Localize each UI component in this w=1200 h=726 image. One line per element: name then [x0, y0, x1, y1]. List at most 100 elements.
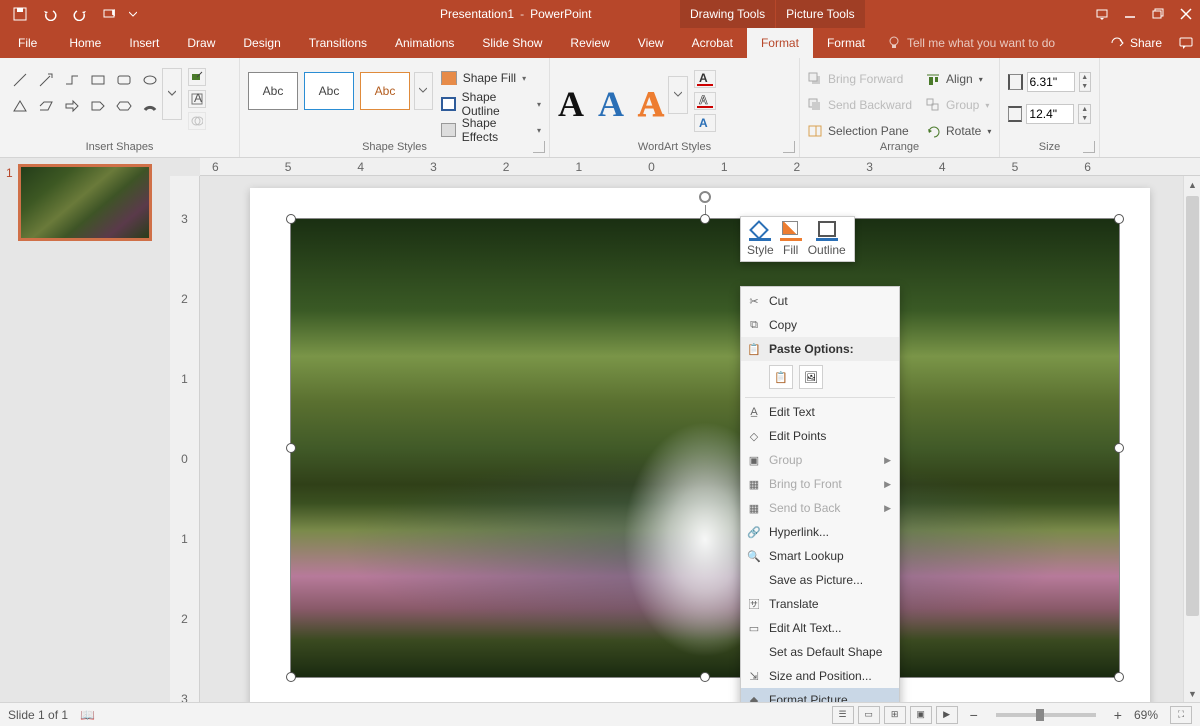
wordart-gallery[interactable]: A A A	[558, 76, 664, 132]
minimize-icon[interactable]	[1116, 0, 1144, 28]
shape-fill-button[interactable]: Shape Fill▾	[441, 68, 541, 88]
shape-style-more[interactable]	[414, 72, 433, 110]
mini-fill[interactable]: Fill	[780, 221, 802, 257]
wordart-swatch[interactable]: A	[638, 83, 664, 125]
resize-handle-t[interactable]	[700, 214, 710, 224]
resize-handle-bl[interactable]	[286, 672, 296, 682]
tab-format-picture[interactable]: Format	[813, 28, 879, 58]
wordart-launcher[interactable]	[783, 141, 795, 153]
tab-home[interactable]: Home	[55, 28, 115, 58]
shape-effects-button[interactable]: Shape Effects▾	[441, 120, 541, 140]
shape-styles-launcher[interactable]	[533, 141, 545, 153]
vertical-scrollbar[interactable]: ▲ ▼	[1183, 176, 1200, 702]
shapes-gallery-more[interactable]	[162, 68, 182, 120]
zoom-percent[interactable]: 69%	[1134, 708, 1158, 722]
oval-icon[interactable]	[138, 68, 162, 92]
align-button[interactable]: Align▾	[926, 68, 1006, 90]
reading-view-icon[interactable]: ▣	[910, 706, 932, 724]
tab-design[interactable]: Design	[229, 28, 294, 58]
tab-draw[interactable]: Draw	[173, 28, 229, 58]
width-spinner[interactable]: ▲▼	[1078, 104, 1091, 124]
paste-picture[interactable]: 🖼	[799, 365, 823, 389]
cm-send-to-back[interactable]: ▦Send to Back▶	[741, 496, 899, 520]
group-button[interactable]: Group▾	[926, 94, 1006, 116]
cm-set-default-shape[interactable]: Set as Default Shape	[741, 640, 899, 664]
resize-handle-r[interactable]	[1114, 443, 1124, 453]
notes-button[interactable]: ☰	[832, 706, 854, 724]
send-backward-button[interactable]: Send Backward	[808, 94, 918, 116]
vertical-ruler[interactable]: 3210123	[170, 176, 200, 702]
shape-style-gallery[interactable]: Abc Abc Abc	[248, 72, 410, 140]
shape-style-swatch[interactable]: Abc	[304, 72, 354, 110]
cm-copy[interactable]: ⧉Copy	[741, 313, 899, 337]
width-input[interactable]	[1026, 104, 1074, 124]
zoom-out-button[interactable]: −	[970, 707, 978, 723]
context-tab-drawing[interactable]: Drawing Tools	[680, 0, 776, 28]
scroll-down-icon[interactable]: ▼	[1184, 685, 1200, 702]
paste-use-destination-theme[interactable]: 📋	[769, 365, 793, 389]
slide-indicator[interactable]: Slide 1 of 1	[8, 708, 68, 722]
elbow-connector-icon[interactable]	[60, 68, 84, 92]
slide-sorter-icon[interactable]: ⊞	[884, 706, 906, 724]
zoom-in-button[interactable]: +	[1114, 707, 1122, 723]
tab-review[interactable]: Review	[556, 28, 623, 58]
cm-translate[interactable]: 🈂Translate	[741, 592, 899, 616]
redo-icon[interactable]	[66, 0, 94, 28]
comments-icon[interactable]	[1172, 28, 1200, 58]
restore-icon[interactable]	[1144, 0, 1172, 28]
wordart-more[interactable]	[668, 76, 688, 114]
tab-animations[interactable]: Animations	[381, 28, 468, 58]
normal-view-icon[interactable]: ▭	[858, 706, 880, 724]
slide-canvas[interactable]: Style Fill Outline ✂Cut ⧉Copy 📋Paste Opt…	[200, 176, 1200, 702]
customize-qat-icon[interactable]	[126, 0, 140, 28]
scroll-up-icon[interactable]: ▲	[1184, 176, 1200, 193]
merge-shapes-icon[interactable]	[188, 112, 206, 130]
cm-size-position[interactable]: ⇲Size and Position...	[741, 664, 899, 688]
mini-outline[interactable]: Outline	[808, 221, 846, 257]
wordart-swatch[interactable]: A	[598, 83, 624, 125]
rounded-rect-icon[interactable]	[112, 68, 136, 92]
cm-edit-points[interactable]: ◇Edit Points	[741, 424, 899, 448]
tell-me[interactable]: Tell me what you want to do	[887, 28, 1055, 58]
selected-picture[interactable]	[290, 218, 1120, 678]
cm-edit-text[interactable]: A̲Edit Text	[741, 400, 899, 424]
resize-handle-tr[interactable]	[1114, 214, 1124, 224]
cm-smart-lookup[interactable]: 🔍Smart Lookup	[741, 544, 899, 568]
cm-hyperlink[interactable]: 🔗Hyperlink...	[741, 520, 899, 544]
cm-group[interactable]: ▣Group▶	[741, 448, 899, 472]
tab-format-drawing[interactable]: Format	[747, 28, 813, 58]
shape-style-swatch[interactable]: Abc	[360, 72, 410, 110]
zoom-slider-thumb[interactable]	[1036, 709, 1044, 721]
selection-pane-button[interactable]: Selection Pane	[808, 120, 918, 142]
line-shape-icon[interactable]	[8, 68, 32, 92]
undo-icon[interactable]	[36, 0, 64, 28]
shape-style-swatch[interactable]: Abc	[248, 72, 298, 110]
cm-bring-to-front[interactable]: ▦Bring to Front▶	[741, 472, 899, 496]
close-icon[interactable]	[1172, 0, 1200, 28]
scrollbar-thumb[interactable]	[1186, 196, 1199, 616]
zoom-slider[interactable]	[996, 713, 1096, 717]
tab-acrobat[interactable]: Acrobat	[678, 28, 747, 58]
wordart-swatch[interactable]: A	[558, 83, 584, 125]
line-arrow-icon[interactable]	[34, 68, 58, 92]
resize-handle-l[interactable]	[286, 443, 296, 453]
shape-outline-button[interactable]: Shape Outline▾	[441, 94, 541, 114]
fit-to-window-icon[interactable]: ⛶	[1170, 706, 1192, 724]
horizontal-ruler[interactable]: 6543210123456	[200, 158, 1200, 176]
cm-format-picture[interactable]: ◆Format Picture...	[741, 688, 899, 702]
bring-forward-button[interactable]: Bring Forward	[808, 68, 918, 90]
tab-insert[interactable]: Insert	[115, 28, 173, 58]
resize-handle-b[interactable]	[700, 672, 710, 682]
text-fill-icon[interactable]: A	[694, 70, 716, 88]
cm-edit-alt-text[interactable]: ▭Edit Alt Text...	[741, 616, 899, 640]
size-launcher[interactable]	[1083, 141, 1095, 153]
resize-handle-br[interactable]	[1114, 672, 1124, 682]
triangle-icon[interactable]	[8, 94, 32, 118]
cm-cut[interactable]: ✂Cut	[741, 289, 899, 313]
height-spinner[interactable]: ▲▼	[1079, 72, 1092, 92]
tab-slideshow[interactable]: Slide Show	[468, 28, 556, 58]
share-button[interactable]: Share	[1100, 28, 1172, 58]
shapes-gallery[interactable]	[8, 68, 162, 130]
ribbon-display-icon[interactable]	[1088, 0, 1116, 28]
edit-shape-icon[interactable]	[188, 68, 206, 86]
